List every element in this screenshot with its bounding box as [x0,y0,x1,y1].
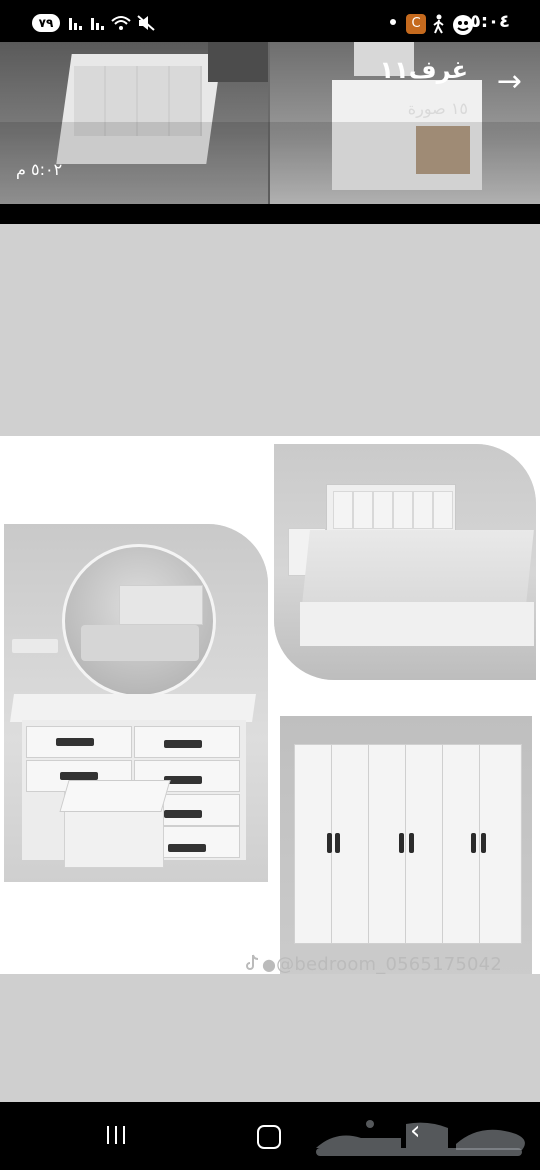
battery-level: ٧٩ [38,16,54,30]
post-image[interactable]: ●@bedroom_0565175042 [0,436,540,978]
vanity-photo [4,524,268,882]
status-bar: ٧٩ C ٥:٠٤ [0,0,540,42]
image-placeholder [0,224,540,436]
story-title: غرف١١ [379,56,469,84]
wardrobe-handle [399,833,404,853]
wardrobe-photo [280,716,532,978]
headboard-shape [208,42,268,82]
story-time: ٥:٠٢ م [16,160,63,179]
headboard-panel [413,491,433,529]
stool-seat [59,780,171,812]
wardrobe-door [480,745,520,943]
drawer-handle [164,810,202,818]
wardrobe-handle [409,833,414,853]
arrow-right-icon[interactable]: → [497,64,522,99]
wardrobe-handle [335,833,340,853]
mirror-bed-reflection [81,625,199,661]
drawer-handle [164,740,202,748]
drawer-handle [56,738,94,746]
navigation-bar: ‹ [0,1102,540,1170]
wifi-icon [111,16,131,30]
dot-icon [390,19,396,25]
round-mirror [62,544,216,698]
wardrobe-handle [471,833,476,853]
wardrobe [294,744,522,944]
headboard-panel [353,491,373,529]
recent-apps-icon[interactable] [104,1124,128,1146]
bed-base [300,602,534,646]
wardrobe-handle [481,833,486,853]
drawer-handle [168,844,206,852]
story-header[interactable]: غرف١١ ١٥ صورة → ٥:٠٢ م [0,42,540,204]
notification-icon: C [406,14,426,34]
mattress [302,530,534,604]
battery-indicator: ٧٩ [32,14,60,32]
bed-photo [274,444,536,680]
headboard-panel [393,491,413,529]
headboard-panel [433,491,453,529]
headboard-panel [373,491,393,529]
drawer-handle [60,772,98,780]
user-icon: ● [262,955,277,974]
signal-icon [91,18,104,30]
tiktok-icon [246,954,259,970]
watermark-text: ●@bedroom_0565175042 [262,954,502,975]
wardrobe-handle [327,833,332,853]
mirror-headboard [119,585,203,625]
divider [0,204,540,224]
headboard-panel [333,491,353,529]
status-clock: ٥:٠٤ [469,11,510,32]
watermark-handle: @bedroom_0565175042 [276,954,502,975]
home-icon[interactable] [257,1125,281,1149]
vanity-top [10,694,256,722]
mute-icon [137,15,155,31]
signal-icon [69,18,82,30]
story-subtitle: ١٥ صورة [407,99,468,118]
haraj-logo[interactable] [306,1108,536,1166]
light-switch [12,639,58,653]
back-icon[interactable]: ‹ [410,1116,420,1146]
content-area [0,974,540,1102]
story-overlay [0,122,540,204]
headboard [326,484,456,534]
walk-icon [433,14,444,34]
